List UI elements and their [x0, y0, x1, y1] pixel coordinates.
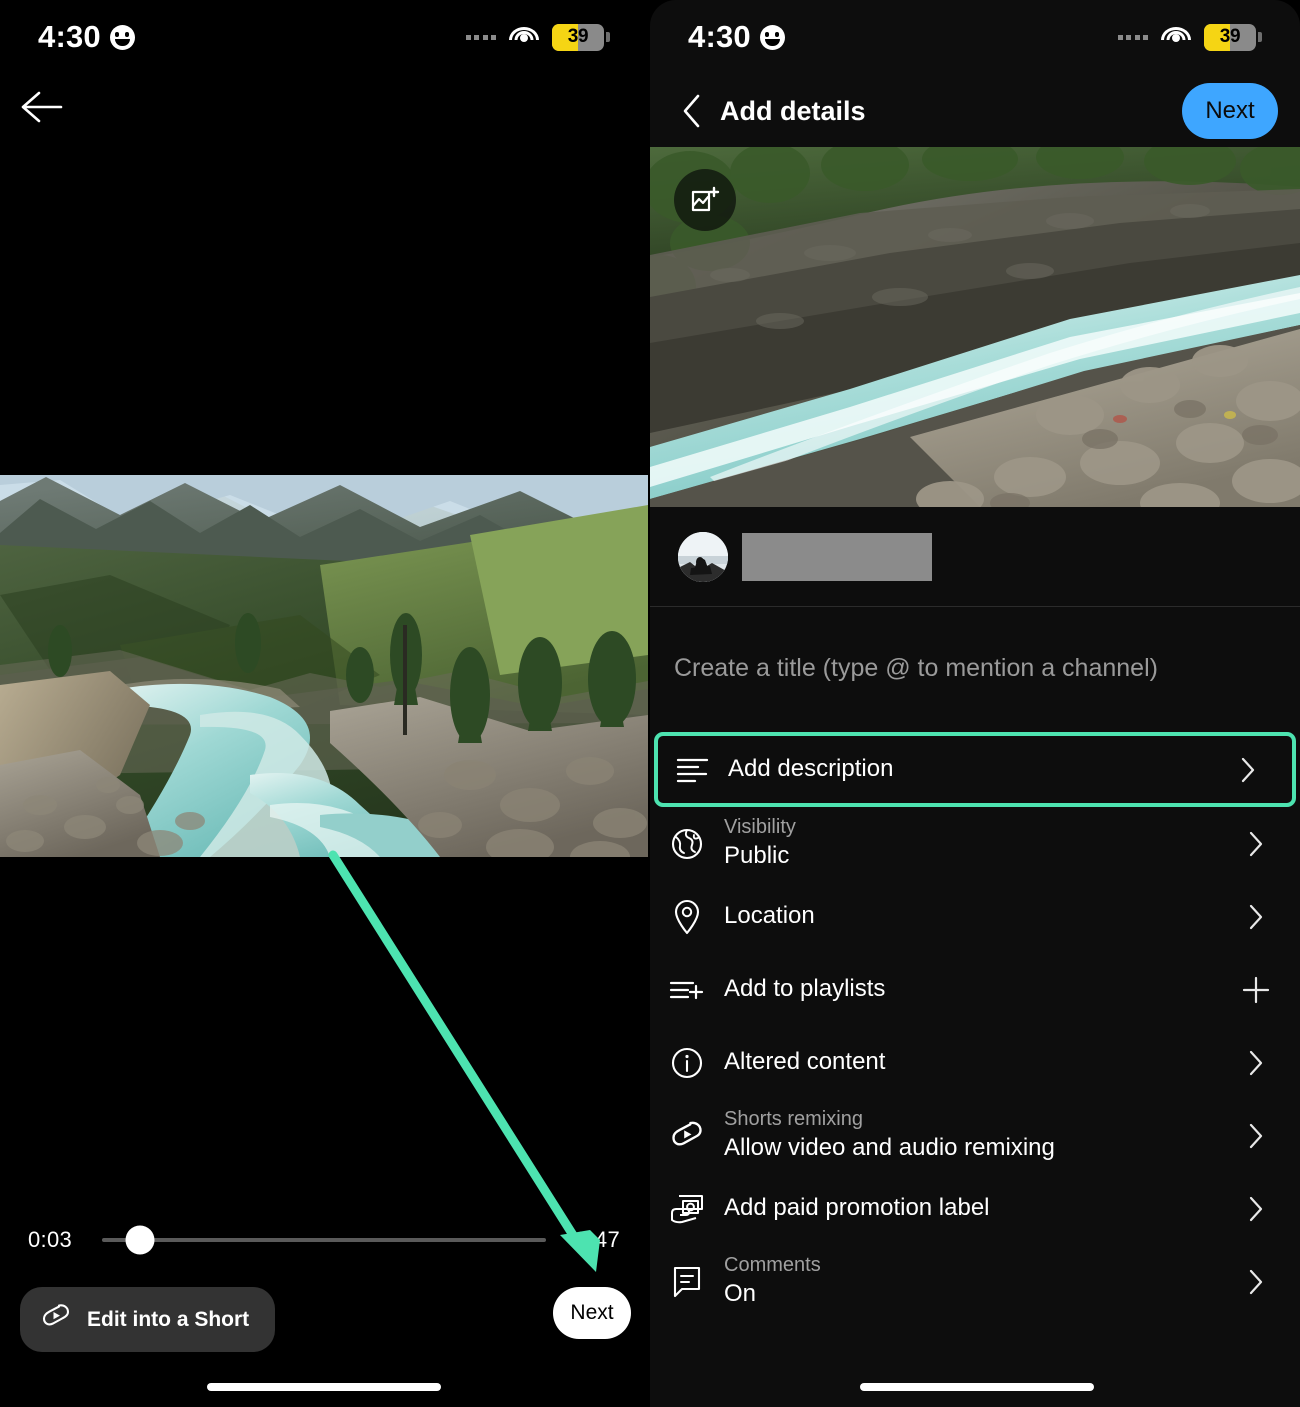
- smiley-face-icon: [109, 24, 135, 50]
- smiley-face-icon: [759, 24, 785, 50]
- scrubber-total-time: 0:47: [575, 1227, 620, 1252]
- chevron-left-icon[interactable]: [670, 85, 714, 137]
- settings-row-main: Add paid promotion label: [724, 1194, 990, 1222]
- wifi-icon: [509, 26, 539, 48]
- plus-icon[interactable]: [1236, 975, 1276, 1005]
- video-scrubber[interactable]: 0:03 0:47: [0, 1205, 648, 1275]
- settings-row-add-description[interactable]: Add description: [654, 732, 1296, 807]
- settings-row-altered-content[interactable]: Altered content: [650, 1026, 1300, 1099]
- globe-icon: [650, 827, 724, 861]
- chevron-right-icon[interactable]: [1236, 903, 1276, 931]
- battery-percent: 39: [1219, 26, 1241, 47]
- settings-row-visibility[interactable]: Visibility Public: [650, 807, 1300, 880]
- settings-row-shorts-remixing[interactable]: Shorts remixing Allow video and audio re…: [650, 1099, 1300, 1172]
- home-indicator-right: [860, 1383, 1094, 1391]
- info-circle-icon: [650, 1046, 724, 1080]
- chevron-right-icon[interactable]: [1236, 830, 1276, 858]
- chevron-right-icon[interactable]: [1236, 1049, 1276, 1077]
- playlist-add-icon: [650, 976, 724, 1004]
- page-title: Add details: [720, 95, 866, 126]
- next-button-left-label: Next: [570, 1301, 614, 1324]
- edit-into-a-short-button[interactable]: Edit into a Short: [20, 1287, 276, 1352]
- status-bar-left: 4:30 39: [0, 0, 648, 74]
- battery-icon: 39: [552, 23, 610, 51]
- settings-row-main: Add to playlists: [724, 975, 886, 1003]
- status-bar-right: 4:30 39: [650, 0, 1300, 74]
- video-settings-list: Add description Visibility Public Locati…: [650, 732, 1300, 1318]
- settings-row-add-paid-promotion-label[interactable]: Add paid promotion label: [650, 1172, 1300, 1245]
- paid-promotion-icon: [650, 1193, 724, 1225]
- settings-row-text: Altered content: [724, 1048, 1236, 1076]
- chevron-right-icon[interactable]: [1236, 1195, 1276, 1223]
- next-button-right[interactable]: Next: [1182, 83, 1278, 139]
- scrubber-track[interactable]: [102, 1225, 546, 1255]
- shorts-icon: [650, 1118, 724, 1154]
- battery-icon: 39: [1204, 23, 1262, 51]
- scrubber-handle[interactable]: [125, 1225, 155, 1255]
- location-pin-icon: [650, 899, 724, 935]
- settings-row-main: Location: [724, 902, 815, 930]
- video-preview-left[interactable]: [0, 475, 648, 857]
- settings-row-comments[interactable]: Comments On: [650, 1245, 1300, 1318]
- left-phone-screen: 4:30 39 0:03 0:47 Edit into a Short Next: [0, 0, 648, 1407]
- settings-row-main: On: [724, 1280, 757, 1308]
- settings-row-text: Add description: [728, 755, 1228, 783]
- add-details-header: Add details Next: [650, 74, 1300, 148]
- settings-row-text: Add to playlists: [724, 975, 1236, 1003]
- settings-row-main: Public: [724, 842, 790, 870]
- video-preview-right[interactable]: [650, 147, 1300, 507]
- status-bar-right-group: 39: [465, 23, 610, 51]
- settings-row-main: Altered content: [724, 1048, 886, 1076]
- home-indicator-left: [207, 1383, 441, 1391]
- settings-row-text: Shorts remixing Allow video and audio re…: [724, 1108, 1236, 1162]
- settings-row-text: Location: [724, 902, 1236, 930]
- settings-row-add-to-playlists[interactable]: Add to playlists: [650, 953, 1300, 1026]
- wifi-icon: [1161, 26, 1191, 48]
- next-button-right-label: Next: [1205, 97, 1255, 124]
- right-phone-screen: 4:30 39 Add details Next Create a title …: [650, 0, 1300, 1407]
- battery-percent: 39: [567, 26, 589, 47]
- settings-row-sub: Shorts remixing: [724, 1108, 863, 1131]
- description-lines-icon: [658, 755, 728, 785]
- add-image-icon[interactable]: [674, 169, 736, 231]
- channel-row[interactable]: [650, 507, 1300, 607]
- next-button-left[interactable]: Next: [553, 1287, 631, 1339]
- chevron-right-icon[interactable]: [1236, 1268, 1276, 1296]
- scrubber-current-time: 0:03: [28, 1227, 73, 1252]
- signal-dots-icon: [1117, 34, 1148, 40]
- title-input-placeholder: Create a title (type @ to mention a chan…: [674, 653, 1158, 682]
- settings-row-sub: Visibility: [724, 816, 796, 839]
- back-arrow-icon[interactable]: [14, 82, 70, 132]
- shorts-icon: [40, 1301, 72, 1338]
- status-time: 4:30: [688, 19, 751, 54]
- channel-avatar[interactable]: [678, 531, 728, 582]
- settings-row-main: Add description: [728, 755, 894, 783]
- settings-row-text: Add paid promotion label: [724, 1194, 1236, 1222]
- status-bar-right-right-group: 39: [1117, 23, 1262, 51]
- settings-row-location[interactable]: Location: [650, 880, 1300, 953]
- settings-row-text: Comments On: [724, 1254, 1236, 1308]
- settings-row-main: Allow video and audio remixing: [724, 1134, 1055, 1162]
- settings-row-text: Visibility Public: [724, 816, 1236, 870]
- status-bar-right-left-group: 4:30: [688, 19, 785, 55]
- edit-into-a-short-label: Edit into a Short: [87, 1307, 250, 1331]
- title-input[interactable]: Create a title (type @ to mention a chan…: [650, 608, 1300, 728]
- screenshot-root: 4:30 39 0:03 0:47 Edit into a Short Next…: [0, 0, 1300, 1407]
- status-bar-left-group: 4:30: [38, 19, 135, 55]
- comment-bubble-icon: [650, 1265, 724, 1299]
- status-time: 4:30: [38, 19, 101, 54]
- chevron-right-icon[interactable]: [1236, 1122, 1276, 1150]
- chevron-right-icon[interactable]: [1228, 756, 1268, 784]
- settings-row-sub: Comments: [724, 1254, 821, 1277]
- channel-name-redacted: [742, 532, 932, 581]
- signal-dots-icon: [465, 34, 496, 40]
